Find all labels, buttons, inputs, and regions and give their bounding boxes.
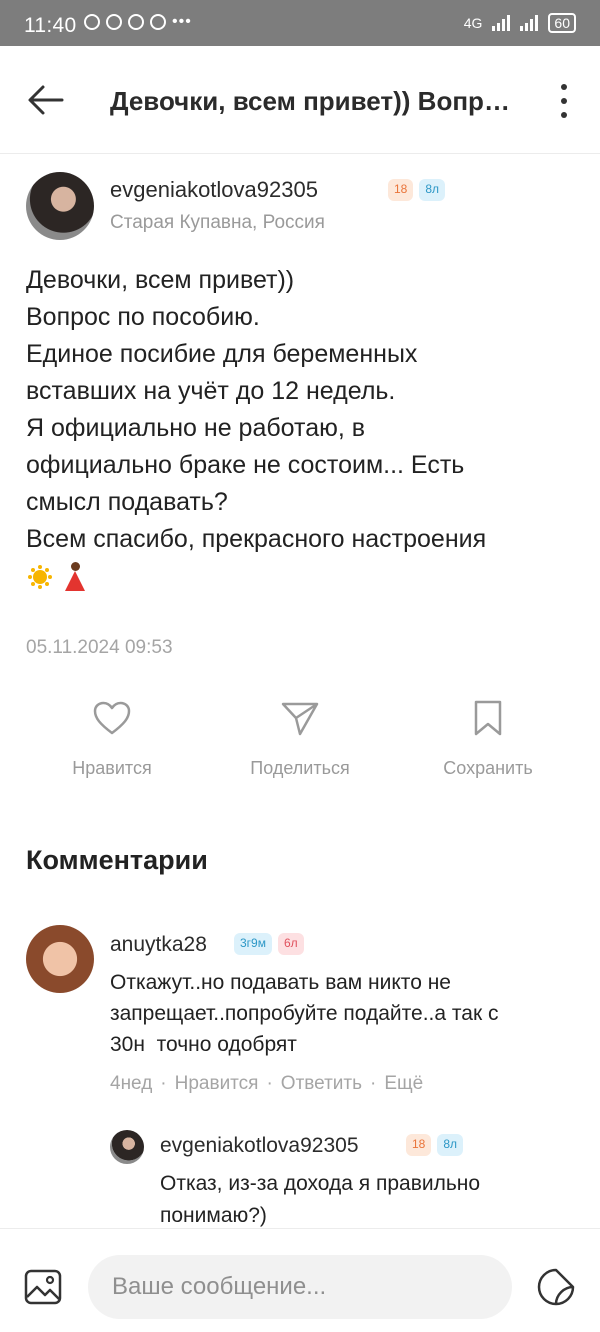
sticker-button[interactable] bbox=[536, 1267, 576, 1307]
notification-icon bbox=[84, 14, 100, 30]
notification-icon bbox=[128, 14, 144, 30]
comment-line: Откажут..но подавать вам никто не bbox=[110, 971, 451, 994]
post-line: вставших на учёт до 12 недель. bbox=[26, 377, 396, 405]
status-bar: 11:40 ••• 4G 60 bbox=[0, 0, 600, 46]
commenter-name[interactable]: anuytka28 bbox=[110, 933, 207, 957]
commenter-badges: 3г9м 6л bbox=[228, 933, 304, 955]
battery-icon: 60 bbox=[548, 13, 576, 33]
like-label: Нравится bbox=[72, 758, 152, 778]
comment-line: 30н точно одобрят bbox=[110, 1033, 297, 1056]
author-badges: 18 8л bbox=[382, 179, 446, 201]
commenter-avatar[interactable] bbox=[26, 925, 94, 993]
post-line: Девочки, всем привет)) bbox=[26, 266, 295, 294]
reply-author-name[interactable]: evgeniakotlova92305 bbox=[160, 1134, 359, 1158]
notification-icon bbox=[150, 14, 166, 30]
reply-avatar[interactable] bbox=[110, 1130, 144, 1164]
more-menu-button[interactable] bbox=[558, 84, 570, 118]
kid-age-badge: 8л bbox=[419, 179, 446, 201]
image-icon bbox=[24, 1269, 62, 1305]
message-input[interactable] bbox=[88, 1255, 512, 1319]
share-button[interactable]: Поделиться bbox=[210, 700, 390, 779]
post-line: Вопрос по пособию. bbox=[26, 303, 260, 331]
post-actions: Нравится Поделиться Сохранить bbox=[0, 700, 600, 800]
send-icon bbox=[281, 702, 319, 736]
heart-icon bbox=[93, 701, 131, 735]
more-vert-icon bbox=[561, 84, 567, 90]
comment-reply: evgeniakotlova92305 18 8л Отказ, из-за до… bbox=[110, 1130, 580, 1230]
page-title: Девочки, всем привет)) Вопрос по пособию… bbox=[110, 86, 510, 116]
post-line: Единое посибие для беременных bbox=[26, 340, 418, 368]
save-button[interactable]: Сохранить bbox=[398, 700, 578, 779]
author-name[interactable]: evgeniakotlova92305 bbox=[110, 177, 318, 203]
author-location: Старая Купавна, Россия bbox=[110, 212, 325, 233]
like-button[interactable]: Нравится bbox=[22, 700, 202, 779]
more-notifications-icon: ••• bbox=[172, 13, 192, 30]
back-button[interactable] bbox=[26, 82, 66, 118]
age-badge: 18 bbox=[406, 1134, 432, 1156]
post-line: Всем спасибо, прекрасного настроения bbox=[26, 525, 487, 553]
share-label: Поделиться bbox=[250, 758, 350, 778]
comment-reply-link[interactable]: Ответить bbox=[281, 1073, 362, 1094]
reply-text: Отказ, из-за дохода я правильно понимаю?… bbox=[160, 1168, 580, 1232]
comments-heading: Комментарии bbox=[26, 845, 208, 875]
attach-image-button[interactable] bbox=[24, 1269, 62, 1305]
post-line: Я официально не работаю, в bbox=[26, 414, 366, 442]
post-emojis bbox=[26, 558, 574, 595]
post-author: evgeniakotlova92305 18 8л Старая Купавна,… bbox=[26, 172, 586, 242]
comment-item: anuytka28 3г9м 6л Откажут..но подавать ва… bbox=[26, 925, 586, 1105]
save-label: Сохранить bbox=[443, 758, 533, 778]
notification-icons: ••• bbox=[84, 13, 192, 31]
kid-age-badge-2: 6л bbox=[277, 933, 304, 955]
comment-more-link[interactable]: Ещё bbox=[384, 1073, 423, 1094]
post-body: Девочки, всем привет)) Вопрос по пособию… bbox=[26, 262, 574, 595]
bookmark-icon bbox=[474, 700, 502, 736]
message-composer bbox=[0, 1228, 600, 1332]
network-type: 4G bbox=[463, 15, 483, 31]
reply-badges: 18 8л bbox=[400, 1134, 464, 1156]
post-date: 05.11.2024 09:53 bbox=[26, 637, 173, 658]
reply-line: Отказ, из-за дохода я правильно bbox=[160, 1172, 481, 1195]
comment-line: запрещает..попробуйте подайте..а так с bbox=[110, 1002, 499, 1025]
top-app-bar: Девочки, всем привет)) Вопрос по пособию… bbox=[0, 46, 600, 154]
comment-meta: 4нед · Нравится · Ответить · Ещё bbox=[110, 1073, 424, 1094]
sun-emoji bbox=[26, 563, 54, 591]
sticker-icon bbox=[537, 1268, 575, 1306]
author-avatar[interactable] bbox=[26, 172, 94, 240]
notification-icon bbox=[106, 14, 122, 30]
post-line: смысл подавать? bbox=[26, 488, 228, 516]
signal-icon bbox=[492, 15, 511, 31]
dancer-emoji bbox=[62, 561, 88, 592]
age-badge: 18 bbox=[388, 179, 414, 201]
arrow-left-icon bbox=[28, 85, 64, 115]
status-time: 11:40 bbox=[24, 14, 77, 37]
comment-text: Откажут..но подавать вам никто не запрещ… bbox=[110, 967, 590, 1060]
kid-age-badge: 3г9м bbox=[234, 933, 272, 955]
comment-time: 4нед bbox=[110, 1073, 153, 1094]
signal-icon-2 bbox=[520, 15, 539, 31]
post-line: официально браке не состоим... Есть bbox=[26, 451, 465, 479]
kid-age-badge: 8л bbox=[437, 1134, 464, 1156]
comment-like-link[interactable]: Нравится bbox=[175, 1073, 259, 1094]
